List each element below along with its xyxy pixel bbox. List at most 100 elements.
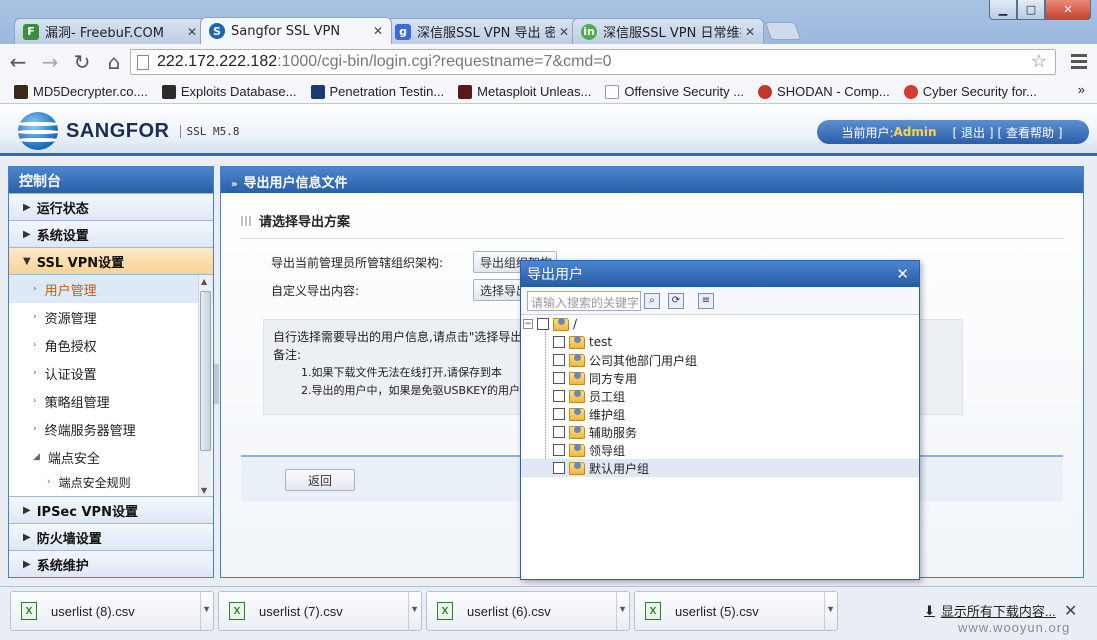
- sidebar-collapse-handle[interactable]: [214, 364, 219, 404]
- close-icon[interactable]: ✕: [187, 25, 197, 39]
- list-icon[interactable]: ≡: [698, 292, 714, 309]
- refresh-icon[interactable]: ⟳: [668, 292, 684, 309]
- tree-node[interactable]: 同方专用: [521, 369, 919, 387]
- sidebar-item-endpoint-rules[interactable]: › 端点安全规则: [9, 471, 213, 493]
- bookmark-item[interactable]: SHODAN - Comp...: [758, 84, 890, 99]
- sidebar-group-sslvpn[interactable]: ▼ SSL VPN设置: [9, 247, 213, 274]
- checkbox[interactable]: [553, 354, 565, 366]
- bookmark-item[interactable]: Cyber Security for...: [903, 84, 1037, 99]
- download-item[interactable]: X userlist (7).csv ▼: [218, 591, 422, 631]
- window-close-button[interactable]: ✕: [1045, 0, 1091, 20]
- folder-user-icon: [569, 335, 585, 349]
- bookmark-item[interactable]: Metasploit Unleas...: [458, 84, 591, 99]
- close-icon[interactable]: ✕: [559, 25, 569, 39]
- sidebar-item-users[interactable]: › 用户管理: [9, 275, 213, 303]
- show-all-downloads-link[interactable]: ⬇ 显示所有下载内容...: [924, 601, 1056, 620]
- sidebar-item-roles[interactable]: › 角色授权: [9, 331, 213, 359]
- tree-node[interactable]: 员工组: [521, 387, 919, 405]
- sidebar-group-system[interactable]: ▶ 系统设置: [9, 220, 213, 247]
- close-icon[interactable]: ✕: [1064, 601, 1077, 620]
- md5-icon: [14, 84, 28, 99]
- chevron-right-icon: ›: [33, 312, 37, 322]
- minimize-button[interactable]: ▁: [989, 0, 1017, 20]
- download-item[interactable]: X userlist (8).csv ▼: [10, 591, 214, 631]
- tree-node[interactable]: test: [521, 333, 919, 351]
- sidebar-group-ipsec[interactable]: ▶ IPSec VPN设置: [9, 496, 213, 523]
- sidebar-group-status[interactable]: ▶ 运行状态: [9, 193, 213, 220]
- bookmark-label: SHODAN - Comp...: [777, 84, 890, 99]
- tree-node-label: test: [589, 335, 613, 349]
- scroll-up-icon[interactable]: ▲: [201, 277, 207, 286]
- chevron-down-icon[interactable]: ▼: [410, 604, 419, 614]
- back-arrow-icon[interactable]: ←: [4, 48, 32, 76]
- chevron-right-icon: ▶: [23, 558, 31, 570]
- collapse-icon[interactable]: −: [523, 319, 533, 329]
- menu-icon[interactable]: [1071, 54, 1087, 72]
- tree-node[interactable]: 维护组: [521, 405, 919, 423]
- tree-node-label: 员工组: [589, 389, 626, 404]
- bookmark-label: Metasploit Unleas...: [477, 84, 592, 99]
- sidebar-item-terminal-server[interactable]: › 终端服务器管理: [9, 415, 213, 443]
- new-tab-button[interactable]: [764, 22, 802, 40]
- sidebar-item-resources[interactable]: › 资源管理: [9, 303, 213, 331]
- item-label: 资源管理: [44, 311, 97, 327]
- sidebar-item-endpoint[interactable]: ◢ 端点安全: [9, 443, 213, 471]
- tree-node[interactable]: 公司其他部门用户组: [521, 351, 919, 369]
- chevron-down-icon[interactable]: ▼: [202, 604, 211, 614]
- help-link[interactable]: [ 查看帮助 ]: [998, 124, 1063, 141]
- close-icon[interactable]: ✕: [373, 24, 383, 38]
- home-icon[interactable]: ⌂: [100, 48, 128, 76]
- checkbox[interactable]: [553, 336, 565, 348]
- logout-link[interactable]: [ 退出 ]: [953, 124, 994, 141]
- checkbox[interactable]: [553, 426, 565, 438]
- sidebar-scrollbar[interactable]: ▲ ▼: [198, 275, 212, 496]
- search-icon[interactable]: ⌕: [644, 292, 660, 309]
- tree-node-selected[interactable]: 默认用户组: [521, 459, 919, 477]
- brand-name: SANGFOR: [66, 119, 170, 142]
- checkbox[interactable]: [553, 390, 565, 402]
- sidebar-item-auth[interactable]: › 认证设置: [9, 359, 213, 387]
- scrollbar-thumb[interactable]: [200, 291, 211, 451]
- bookmark-item[interactable]: MD5Decrypter.co....: [14, 84, 148, 99]
- checkbox[interactable]: [553, 462, 565, 474]
- forward-arrow-icon[interactable]: →: [36, 48, 64, 76]
- chevron-down-icon[interactable]: ▼: [618, 604, 627, 614]
- sidebar-group-firewall[interactable]: ▶ 防火墙设置: [9, 523, 213, 550]
- bookmarks-overflow-icon[interactable]: »: [1078, 82, 1085, 97]
- panel-title: » 导出用户信息文件: [221, 167, 1083, 193]
- chevron-down-icon[interactable]: ▼: [826, 604, 835, 614]
- folder-user-icon: [569, 353, 585, 367]
- bookmark-item[interactable]: Offensive Security ...: [605, 84, 744, 99]
- tree-node[interactable]: 领导组: [521, 441, 919, 459]
- bookmark-star-icon[interactable]: ☆: [1031, 51, 1047, 72]
- tab-maintenance[interactable]: in 深信服SSL VPN 日常维护 ✕: [572, 18, 764, 44]
- tree-node[interactable]: 辅助服务: [521, 423, 919, 441]
- maximize-button[interactable]: □: [1017, 0, 1045, 20]
- checkbox[interactable]: [553, 444, 565, 456]
- address-bar[interactable]: 222.172.222.182:1000/cgi-bin/login.cgi?r…: [130, 49, 1056, 75]
- close-icon[interactable]: ✕: [896, 265, 913, 283]
- custom-export-row: 自定义导出内容: 选择导出: [271, 279, 533, 301]
- sidebar-group-maintenance[interactable]: ▶ 系统维护: [9, 550, 213, 577]
- tab-google-search[interactable]: g 深信服SSL VPN 导出 密码 ✕: [386, 18, 578, 44]
- item-label: 端点安全规则: [58, 475, 131, 490]
- checkbox[interactable]: [553, 408, 565, 420]
- url-host: 222.172.222.182: [157, 53, 278, 70]
- download-item[interactable]: X userlist (6).csv ▼: [426, 591, 630, 631]
- back-button[interactable]: 返回: [285, 469, 355, 491]
- tree-node-root[interactable]: − /: [521, 315, 919, 333]
- tab-freebuf[interactable]: F 漏洞- FreebuF.COM ✕: [14, 18, 206, 44]
- scroll-down-icon[interactable]: ▼: [201, 486, 207, 495]
- app-header: SANGFOR SSL M5.8 当前用户: Admin [ 退出 ] [ 查看…: [0, 104, 1097, 156]
- search-input[interactable]: 请输入搜索的关键字: [527, 290, 641, 311]
- tab-sangfor[interactable]: S Sangfor SSL VPN ✕: [200, 17, 392, 44]
- bookmark-item[interactable]: Exploits Database...: [161, 84, 297, 99]
- bookmark-item[interactable]: Penetration Testin...: [310, 84, 444, 99]
- checkbox[interactable]: [537, 318, 549, 330]
- sidebar-item-policy[interactable]: › 策略组管理: [9, 387, 213, 415]
- reload-icon[interactable]: ↻: [68, 48, 96, 76]
- chevron-right-icon: ▶: [23, 531, 31, 543]
- close-icon[interactable]: ✕: [745, 25, 755, 39]
- checkbox[interactable]: [553, 372, 565, 384]
- download-item[interactable]: X userlist (5).csv ▼: [634, 591, 838, 631]
